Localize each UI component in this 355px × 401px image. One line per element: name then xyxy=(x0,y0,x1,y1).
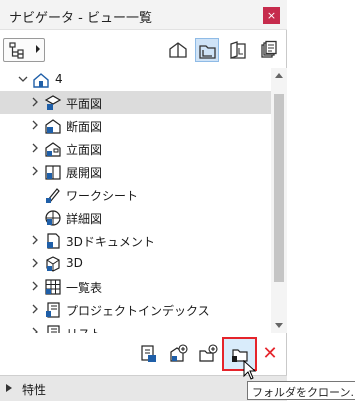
publisher-sets-icon xyxy=(261,40,277,58)
tree-item-worksheets[interactable]: ワークシート xyxy=(0,183,271,206)
close-button[interactable]: × xyxy=(263,7,280,24)
tree-item-3d[interactable]: 3D xyxy=(0,252,271,275)
list-icon xyxy=(47,325,60,333)
tree-item-floor-plans[interactable]: 平面図 xyxy=(0,91,271,114)
view-map-button[interactable] xyxy=(195,38,219,62)
project-map-button[interactable] xyxy=(166,38,190,62)
chevron-right-icon xyxy=(36,45,40,53)
floor-plan-icon xyxy=(44,95,62,110)
tree-item-label: ワークシート xyxy=(66,189,139,203)
house-icon xyxy=(33,73,49,88)
tree-item-sections[interactable]: 断面図 xyxy=(0,114,271,137)
section-icon xyxy=(45,119,61,134)
publisher-sets-button[interactable] xyxy=(257,38,281,62)
chevron-right-icon[interactable] xyxy=(30,97,40,107)
scroll-up-icon[interactable] xyxy=(275,72,283,78)
view-map-icon xyxy=(199,45,216,59)
chevron-right-icon[interactable] xyxy=(30,143,40,153)
layout-book-button[interactable] xyxy=(226,38,250,62)
new-view-button[interactable] xyxy=(167,342,191,366)
scroll-down-icon[interactable] xyxy=(275,323,283,329)
chevron-right-icon[interactable] xyxy=(6,384,12,392)
close-icon: × xyxy=(266,9,277,22)
project-map-icon xyxy=(169,42,187,58)
interior-elevation-icon xyxy=(45,165,61,180)
3d-icon xyxy=(46,256,60,272)
navigator-toolbar xyxy=(0,30,287,68)
tree-item-elevations[interactable]: 立面図 xyxy=(0,137,271,160)
worksheet-icon xyxy=(46,188,60,203)
new-folder-button[interactable] xyxy=(197,342,221,366)
tree-item-project-indexes[interactable]: プロジェクトインデックス xyxy=(0,298,271,321)
new-view-icon xyxy=(170,344,188,362)
schedule-icon xyxy=(45,279,61,295)
view-tree: 4 平面図 断面図 立面図 展開図 ワークシート 詳細図 3Dドキュメント 3D… xyxy=(0,68,271,333)
3d-document-icon xyxy=(47,233,60,249)
tree-item-lists[interactable]: リスト xyxy=(0,321,271,333)
elevation-icon xyxy=(45,142,61,157)
tree-item-label: 展開図 xyxy=(66,166,103,180)
chevron-right-icon[interactable] xyxy=(30,166,40,176)
tree-item-label: 詳細図 xyxy=(66,212,103,226)
navigator-panel: ナビゲータ - ビュー一覧 × 4 平面図 断面図 立面図 展開図 ワークシート… xyxy=(0,0,287,401)
window-title: ナビゲータ - ビュー一覧 xyxy=(9,11,152,26)
chevron-right-icon[interactable] xyxy=(30,258,40,268)
chevron-right-icon[interactable] xyxy=(30,304,40,314)
tree-scrollbar[interactable] xyxy=(271,68,287,333)
chevron-right-icon[interactable] xyxy=(30,120,40,130)
tree-item-label: 3D xyxy=(66,256,83,270)
mouse-cursor-icon xyxy=(243,360,257,380)
navigator-map-icon xyxy=(9,42,24,59)
delete-button[interactable]: ✕ xyxy=(260,344,280,364)
project-index-icon xyxy=(46,302,60,318)
title-bar[interactable]: ナビゲータ - ビュー一覧 × xyxy=(0,0,287,30)
tree-root[interactable]: 4 xyxy=(0,68,271,91)
tree-item-label: プロジェクトインデックス xyxy=(66,304,210,318)
chevron-right-icon[interactable] xyxy=(30,281,40,291)
tree-root-label: 4 xyxy=(55,72,63,86)
tree-item-label: 立面図 xyxy=(66,143,103,157)
tree-item-label: 断面図 xyxy=(66,120,103,134)
tree-item-label: リスト xyxy=(66,325,102,333)
tree-item-details[interactable]: 詳細図 xyxy=(0,206,271,229)
tree-item-3d-documents[interactable]: 3Dドキュメント xyxy=(0,229,271,252)
view-settings-icon xyxy=(141,345,156,362)
tooltip: フォルダをクローン... xyxy=(247,381,355,400)
tree-item-schedules[interactable]: 一覧表 xyxy=(0,275,271,298)
properties-label: 特性 xyxy=(22,383,47,397)
scroll-thumb[interactable] xyxy=(274,94,284,282)
tree-item-label: 一覧表 xyxy=(66,281,103,295)
tree-item-label: 3Dドキュメント xyxy=(66,235,155,249)
chevron-down-icon[interactable] xyxy=(18,74,28,84)
tree-item-interior-elevations[interactable]: 展開図 xyxy=(0,160,271,183)
new-folder-icon xyxy=(199,344,218,362)
tree-item-label: 平面図 xyxy=(66,97,103,111)
delete-icon: ✕ xyxy=(262,343,278,364)
detail-icon xyxy=(45,210,61,226)
chevron-right-icon[interactable] xyxy=(30,235,40,245)
view-settings-button[interactable] xyxy=(137,342,161,366)
navigator-map-button[interactable] xyxy=(3,38,45,62)
layout-book-icon xyxy=(230,41,246,59)
